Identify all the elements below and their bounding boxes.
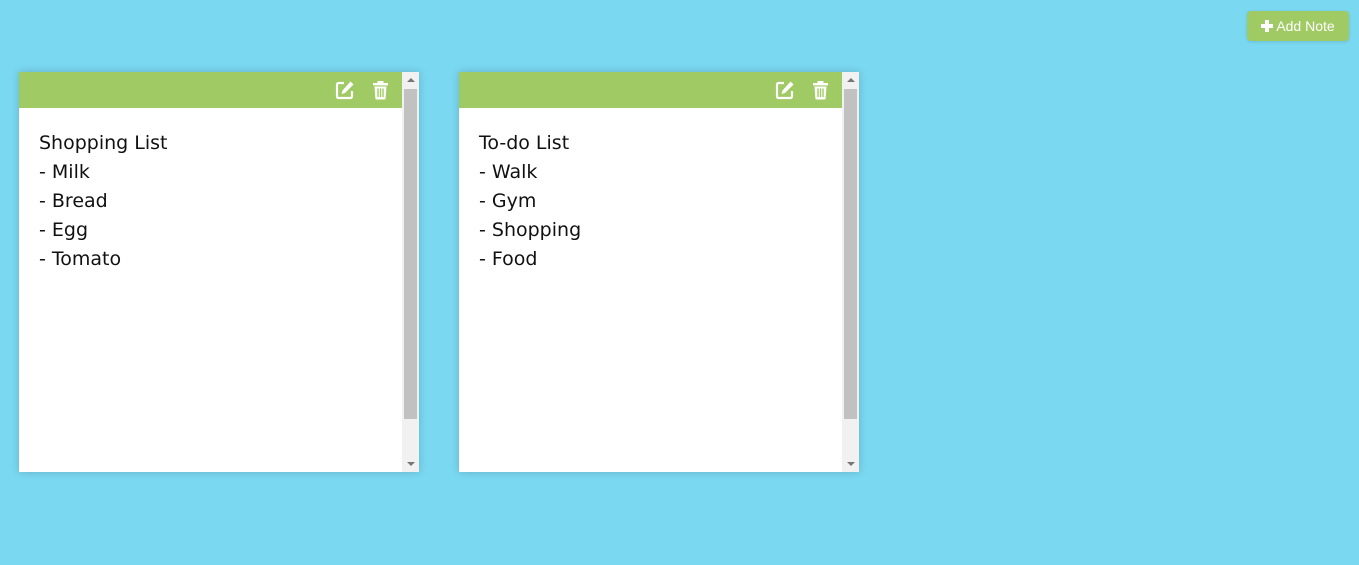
- scroll-thumb[interactable]: [404, 89, 417, 419]
- scroll-up-icon[interactable]: [402, 72, 419, 89]
- scroll-down-icon[interactable]: [842, 455, 859, 472]
- edit-icon: [775, 81, 794, 100]
- edit-note-button[interactable]: [775, 80, 795, 100]
- scroll-down-icon[interactable]: [402, 455, 419, 472]
- scrollbar[interactable]: [402, 72, 419, 472]
- note-toolbar: [459, 72, 842, 108]
- add-note-button[interactable]: Add Note: [1247, 11, 1349, 41]
- trash-icon: [813, 81, 828, 100]
- scrollbar[interactable]: [842, 72, 859, 472]
- edit-note-button[interactable]: [335, 80, 355, 100]
- scroll-thumb[interactable]: [844, 89, 857, 419]
- note-card: Shopping List - Milk - Bread - Egg - Tom…: [19, 72, 419, 472]
- edit-icon: [335, 81, 354, 100]
- scroll-up-icon[interactable]: [842, 72, 859, 89]
- note-toolbar: [19, 72, 402, 108]
- plus-icon: [1261, 20, 1274, 32]
- delete-note-button[interactable]: [812, 80, 832, 100]
- delete-note-button[interactable]: [372, 80, 392, 100]
- note-card: To-do List - Walk - Gym - Shopping - Foo…: [459, 72, 859, 472]
- add-note-label: Add Note: [1276, 18, 1335, 34]
- note-textarea[interactable]: To-do List - Walk - Gym - Shopping - Foo…: [479, 129, 829, 274]
- note-textarea[interactable]: Shopping List - Milk - Bread - Egg - Tom…: [39, 129, 389, 274]
- trash-icon: [373, 81, 388, 100]
